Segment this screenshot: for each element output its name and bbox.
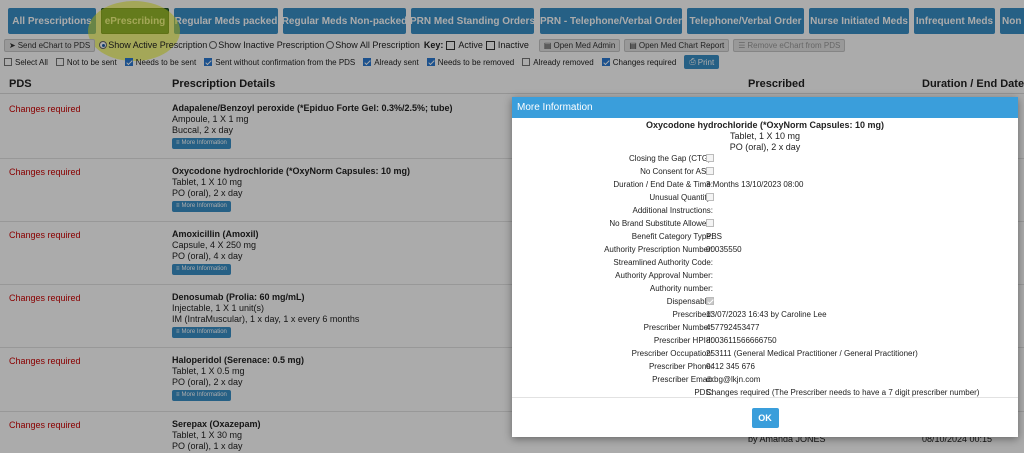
- checkbox: [706, 193, 714, 201]
- dialog-footer: OK: [512, 397, 1018, 437]
- field-additional-instructions: Additional Instructions:: [632, 206, 714, 215]
- field-authority-prescription-number: Authority Prescription Number: 00035550: [604, 245, 742, 254]
- field-prescriber-occupation: Prescriber Occupation: 253111 (General Me…: [631, 349, 918, 358]
- checkbox: [706, 219, 714, 227]
- field-authority-approval-number: Authority Approval Number:: [615, 271, 713, 280]
- dialog-title: More Information: [517, 102, 593, 113]
- field-prescriber-email: Prescriber Email: cxbg@lkjn.com: [652, 375, 761, 384]
- field-prescriber-hpi: Prescriber HPI-I: 8003611566666750: [653, 336, 777, 345]
- checkbox: [706, 297, 714, 305]
- ok-button[interactable]: OK: [751, 407, 779, 428]
- dialog-drug-summary: Oxycodone hydrochloride (*OxyNorm Capsul…: [512, 120, 1018, 153]
- field-prescriber-number: Prescriber Number: 457792453477: [643, 323, 760, 332]
- checkbox: [706, 167, 714, 175]
- field-streamlined-authority-code: Streamlined Authority Code:: [613, 258, 713, 267]
- field-prescriber-phone: Prescriber Phone: 0412 345 676: [648, 362, 755, 371]
- field-prescribed: Prescribed: 13/07/2023 16:43 by Caroline …: [672, 310, 827, 319]
- dialog-drug-form: Tablet, 1 X 10 mg: [729, 131, 801, 141]
- field-no-brand-substitute: No Brand Substitute Allowed:: [609, 219, 714, 228]
- dialog-header: More Information: [512, 97, 1018, 118]
- checkbox: [706, 154, 714, 162]
- field-benefit-category: Benefit Category Type: PBS: [631, 232, 723, 241]
- dialog-drug-route: PO (oral), 2 x day: [729, 142, 801, 152]
- field-unusual-quantity: Unusual Quantity:: [649, 193, 714, 202]
- dialog-drug-name: Oxycodone hydrochloride (*OxyNorm Capsul…: [645, 120, 885, 130]
- field-closing-the-gap: Closing the Gap (CTG):: [628, 154, 714, 163]
- field-dispensable: Dispensable:: [666, 297, 714, 306]
- field-duration-end-date: Duration / End Date & Time: 3 Months 13/1…: [613, 180, 804, 189]
- field-authority-number: Authority number:: [649, 284, 713, 293]
- more-information-dialog: More Information Oxycodone hydrochloride…: [512, 97, 1018, 437]
- field-no-consent-asl: No Consent for ASL:: [640, 167, 714, 176]
